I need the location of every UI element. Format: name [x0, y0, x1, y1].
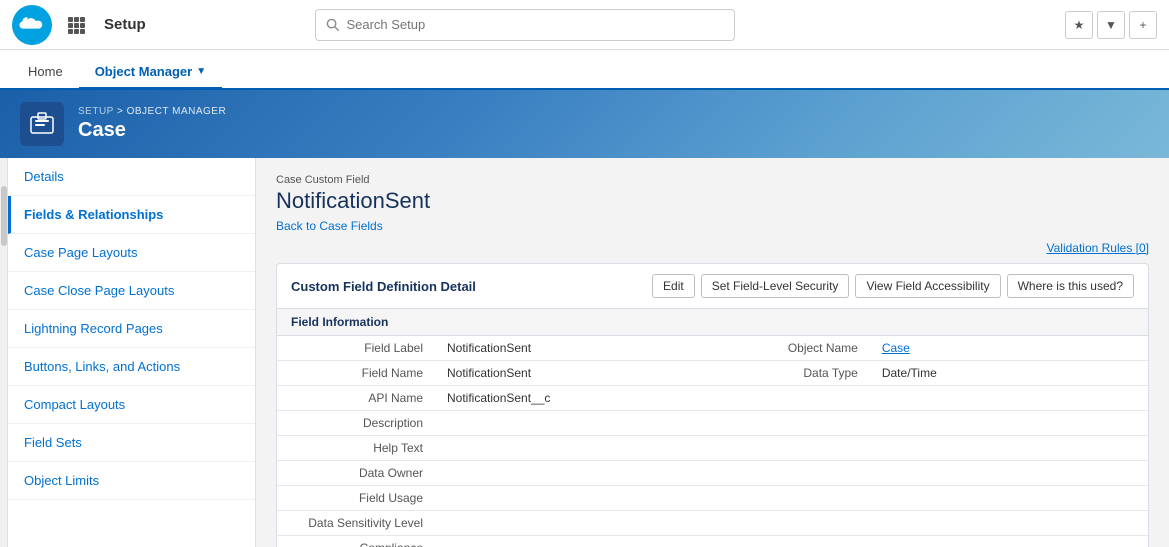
sidebar-item-case-close-page-layouts[interactable]: Case Close Page Layouts: [8, 272, 255, 310]
search-bar[interactable]: [315, 9, 735, 41]
value-api-name: NotificationSent__c: [437, 386, 742, 411]
value-field-name: NotificationSent: [437, 361, 742, 386]
table-row: Field Usage: [277, 486, 1148, 511]
value-field-label: NotificationSent: [437, 336, 742, 361]
breadcrumb-setup-link[interactable]: SETUP: [78, 106, 114, 117]
table-row: Compliance Categorization: [277, 536, 1148, 547]
field-table: Field Label NotificationSent Object Name…: [277, 336, 1148, 547]
sidebar: Details Fields & Relationships Case Page…: [8, 158, 256, 547]
label-help-text: Help Text: [277, 436, 437, 461]
value-compliance: [437, 536, 742, 547]
table-row: API Name NotificationSent__c: [277, 386, 1148, 411]
label-data-type: Data Type: [742, 361, 872, 386]
label-data-sensitivity: Data Sensitivity Level: [277, 511, 437, 536]
view-field-accessibility-button[interactable]: View Field Accessibility: [855, 274, 1000, 298]
breadcrumb-object-manager: OBJECT MANAGER: [127, 106, 227, 117]
main-layout: Details Fields & Relationships Case Page…: [0, 158, 1169, 547]
button-group: Edit Set Field-Level Security View Field…: [652, 274, 1134, 298]
value-help-text: [437, 436, 742, 461]
value-data-type: Date/Time: [872, 361, 1148, 386]
content-field-subheading: Case Custom Field: [276, 174, 1149, 186]
scroll-thumb: [1, 186, 7, 246]
validation-rules-link[interactable]: Validation Rules [0]: [1046, 241, 1149, 255]
content-field-title: NotificationSent: [276, 188, 1149, 214]
top-nav: Setup ★ ▼ +: [0, 0, 1169, 50]
breadcrumb-header: SETUP > OBJECT MANAGER Case: [0, 90, 1169, 158]
section-title: Custom Field Definition Detail: [291, 279, 476, 294]
sidebar-item-case-page-layouts[interactable]: Case Page Layouts: [8, 234, 255, 272]
sidebar-wrapper: Details Fields & Relationships Case Page…: [0, 158, 256, 547]
value-data-sensitivity: [437, 511, 742, 536]
scrollbar[interactable]: [0, 158, 8, 547]
edit-button[interactable]: Edit: [652, 274, 695, 298]
table-row: Data Sensitivity Level: [277, 511, 1148, 536]
breadcrumb-title: Case: [78, 119, 226, 142]
field-definition-section: Custom Field Definition Detail Edit Set …: [276, 263, 1149, 547]
label-compliance: Compliance Categorization: [277, 536, 437, 547]
sidebar-item-buttons-links-actions[interactable]: Buttons, Links, and Actions: [8, 348, 255, 386]
label-field-usage: Field Usage: [277, 486, 437, 511]
sidebar-item-compact-layouts[interactable]: Compact Layouts: [8, 386, 255, 424]
label-data-owner: Data Owner: [277, 461, 437, 486]
value-data-owner: [437, 461, 742, 486]
where-is-this-used-button[interactable]: Where is this used?: [1007, 274, 1134, 298]
table-row: Description: [277, 411, 1148, 436]
dropdown-icon[interactable]: ▼: [1097, 11, 1125, 39]
breadcrumb-path: SETUP > OBJECT MANAGER: [78, 106, 226, 117]
value-description: [437, 411, 742, 436]
table-row: Data Owner: [277, 461, 1148, 486]
label-api-name: API Name: [277, 386, 437, 411]
salesforce-logo[interactable]: [12, 5, 52, 45]
label-object-name: Object Name: [742, 336, 872, 361]
grid-icon[interactable]: [62, 11, 90, 39]
breadcrumb-separator: >: [117, 106, 127, 117]
breadcrumb-text: SETUP > OBJECT MANAGER Case: [78, 106, 226, 142]
back-to-case-fields-link[interactable]: Back to Case Fields: [276, 219, 383, 233]
case-icon: [20, 102, 64, 146]
table-row: Help Text: [277, 436, 1148, 461]
tab-nav: Home Object Manager ▼: [0, 50, 1169, 90]
favorite-icon[interactable]: ★: [1065, 11, 1093, 39]
section-header: Custom Field Definition Detail Edit Set …: [277, 264, 1148, 309]
sidebar-item-lightning-record-pages[interactable]: Lightning Record Pages: [8, 310, 255, 348]
sidebar-item-object-limits[interactable]: Object Limits: [8, 462, 255, 500]
sidebar-item-fields-relationships[interactable]: Fields & Relationships: [8, 196, 255, 234]
search-input[interactable]: [346, 17, 724, 32]
chevron-down-icon: ▼: [196, 66, 206, 77]
tab-object-manager[interactable]: Object Manager ▼: [79, 56, 222, 90]
label-field-label: Field Label: [277, 336, 437, 361]
value-field-usage: [437, 486, 742, 511]
field-info-title: Field Information: [277, 309, 1148, 336]
tab-home[interactable]: Home: [12, 56, 79, 90]
set-field-level-security-button[interactable]: Set Field-Level Security: [701, 274, 850, 298]
value-object-name[interactable]: Case: [872, 336, 1148, 361]
label-description: Description: [277, 411, 437, 436]
label-field-name: Field Name: [277, 361, 437, 386]
nav-icons: ★ ▼ +: [1065, 11, 1157, 39]
table-row: Field Name NotificationSent Data Type Da…: [277, 361, 1148, 386]
app-label: Setup: [104, 16, 146, 33]
sidebar-item-field-sets[interactable]: Field Sets: [8, 424, 255, 462]
add-icon[interactable]: +: [1129, 11, 1157, 39]
table-row: Field Label NotificationSent Object Name…: [277, 336, 1148, 361]
content-area: Case Custom Field NotificationSent Back …: [256, 158, 1169, 547]
sidebar-item-details[interactable]: Details: [8, 158, 255, 196]
